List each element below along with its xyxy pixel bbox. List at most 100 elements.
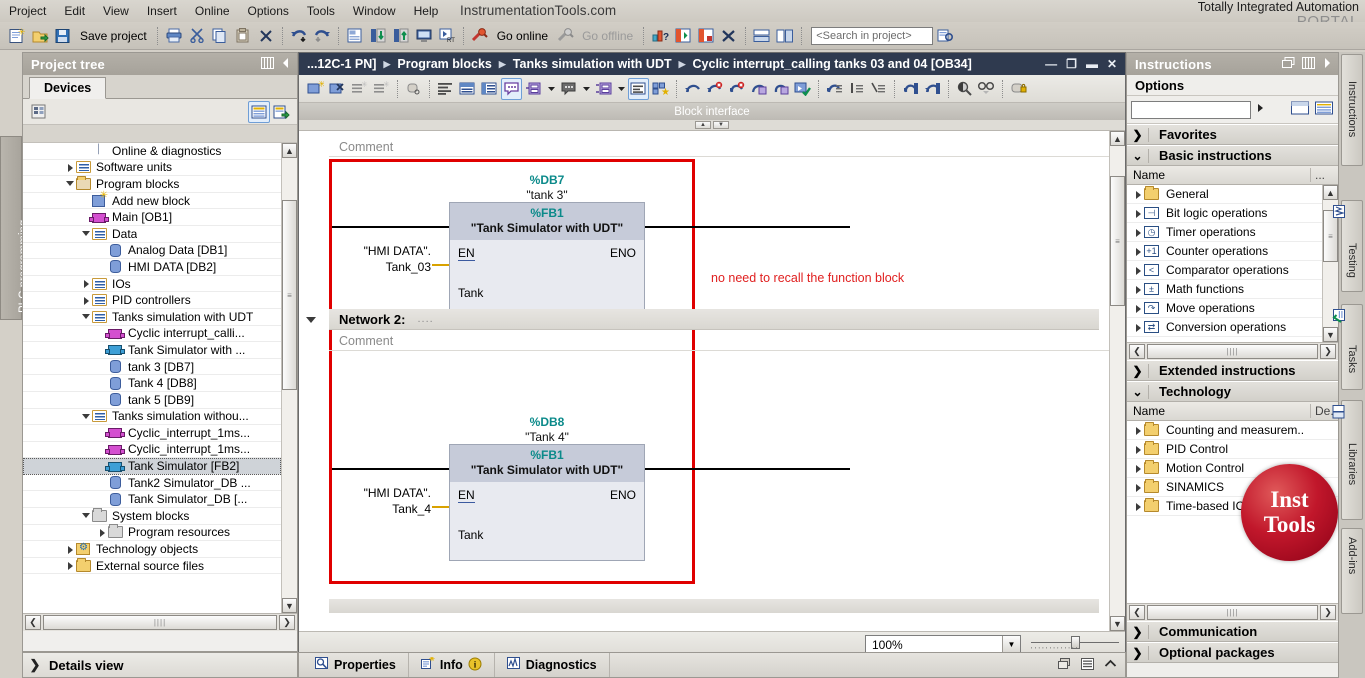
- basic-hscroll-right-button[interactable]: ❯: [1320, 344, 1336, 359]
- vtab-libraries[interactable]: Libraries: [1332, 400, 1363, 520]
- pin-panel-icon[interactable]: [261, 56, 274, 72]
- canvas-scroll-up-button[interactable]: ▲: [1110, 131, 1125, 146]
- tree-scroll-track[interactable]: ≡: [282, 158, 297, 598]
- absolute-symbolic-toggle-icon[interactable]: [403, 78, 424, 100]
- details-view-chevron-icon[interactable]: ❯: [27, 657, 43, 673]
- network-3-header-partial[interactable]: [329, 599, 1099, 613]
- tree-scroll-down-button[interactable]: ▼: [282, 598, 297, 613]
- technology-column-name[interactable]: Name: [1127, 404, 1310, 418]
- menu-item-tools[interactable]: Tools: [298, 2, 344, 20]
- collapse-pane-icon[interactable]: [1104, 658, 1117, 672]
- splitter-down-icon[interactable]: ▼: [713, 121, 729, 129]
- go-offline-label[interactable]: Go offline: [577, 29, 638, 43]
- insert-input-icon[interactable]: [523, 78, 544, 100]
- menu-item-online[interactable]: Online: [186, 2, 239, 20]
- tree-item-tank-3-db7[interactable]: tank 3 [DB7]: [23, 359, 281, 376]
- technology-item-counting-and-measurem[interactable]: Counting and measurem..: [1127, 421, 1338, 440]
- tree-item-tank-4-db8[interactable]: Tank 4 [DB8]: [23, 375, 281, 392]
- tree-item-software-units[interactable]: Software units: [23, 160, 281, 177]
- breadcrumb-item-2[interactable]: Tanks simulation with UDT: [513, 57, 672, 71]
- search-input[interactable]: <Search in project>: [811, 26, 934, 45]
- paste-icon[interactable]: [232, 25, 254, 47]
- instr-expand-arrow-icon[interactable]: [1133, 303, 1144, 314]
- network-1-pin-tank[interactable]: Tank: [458, 286, 483, 300]
- next-bookmark-icon[interactable]: [922, 78, 943, 100]
- instr-expand-arrow-icon[interactable]: [1133, 444, 1144, 455]
- show-absolute-operands-icon[interactable]: [435, 78, 456, 100]
- tree-item-external-source-files[interactable]: External source files: [23, 557, 281, 575]
- bookmark-icon[interactable]: [846, 78, 867, 100]
- network-2-comment[interactable]: Comment: [329, 331, 1109, 351]
- rewire-icon[interactable]: [682, 78, 703, 100]
- instr-expand-arrow-icon[interactable]: [1133, 463, 1144, 474]
- breadcrumb-item-3[interactable]: Cyclic interrupt_calling tanks 03 and 04…: [693, 57, 972, 71]
- tech-hscroll-left-button[interactable]: ❮: [1129, 605, 1145, 620]
- menu-item-project[interactable]: Project: [0, 2, 55, 20]
- list-view-icon[interactable]: [1081, 657, 1094, 673]
- save-project-icon[interactable]: [52, 25, 74, 47]
- goto-next-error-icon[interactable]: [748, 78, 769, 100]
- tab-devices[interactable]: Devices: [29, 77, 107, 99]
- tree-expand-arrow-icon[interactable]: [81, 411, 92, 422]
- go-online-label[interactable]: Go online: [492, 29, 553, 43]
- tree-item-analog-data-db1[interactable]: Analog Data [DB1]: [23, 243, 281, 260]
- tree-item-technology-objects[interactable]: Technology objects: [23, 541, 281, 558]
- basic-scroll-up-button[interactable]: ▲: [1323, 185, 1338, 200]
- basic-instruction-move-operations[interactable]: ↷ Move operations: [1127, 299, 1322, 318]
- basic-column-desc[interactable]: ...: [1310, 168, 1338, 182]
- open-project-icon[interactable]: [29, 25, 51, 47]
- zoom-dropdown-icon[interactable]: ▼: [1002, 636, 1020, 653]
- tree-item-tanks-simulation-with-udt[interactable]: Tanks simulation with UDT: [23, 309, 281, 326]
- ladder-canvas[interactable]: Comment %DB7 "tank 3" %FB1 "Tank Simulat…: [299, 131, 1109, 631]
- tree-detail-view-icon[interactable]: [248, 100, 270, 123]
- canvas-scroll-thumb[interactable]: ≡: [1110, 176, 1125, 306]
- network-1-pin-en[interactable]: EN: [458, 246, 475, 261]
- network-2-header[interactable]: Network 2: ....: [329, 309, 1099, 330]
- project-tree-hscrollbar[interactable]: ❮ |||| ❯: [23, 613, 297, 631]
- network-1-fb-box[interactable]: %FB1 "Tank Simulator with UDT" EN ENO Ta…: [449, 202, 645, 319]
- tree-item-add-new-block[interactable]: Add new block: [23, 190, 281, 210]
- network-2-fb-box[interactable]: %FB1 "Tank Simulator with UDT" EN ENO Ta…: [449, 444, 645, 561]
- instructions-table-view-icon[interactable]: [1314, 100, 1334, 119]
- restore-window-icon[interactable]: ❐: [1066, 58, 1077, 70]
- basic-hscroll-left-button[interactable]: ❮: [1129, 344, 1145, 359]
- search-next-icon[interactable]: [934, 25, 956, 47]
- copy-icon[interactable]: [209, 25, 231, 47]
- tree-expand-arrow-icon[interactable]: [65, 544, 76, 555]
- network-2-collapse-icon[interactable]: [305, 313, 319, 327]
- menu-item-help[interactable]: Help: [405, 2, 448, 20]
- menu-item-insert[interactable]: Insert: [138, 2, 186, 20]
- tree-item-program-resources[interactable]: Program resources: [23, 524, 281, 542]
- cut-icon[interactable]: [186, 25, 208, 47]
- network-1-operand[interactable]: "HMI DATA". Tank_03: [319, 243, 431, 275]
- insert-empty-box-dropdown-icon[interactable]: [580, 78, 592, 100]
- insert-branch-icon[interactable]: [593, 78, 614, 100]
- show-comments-icon[interactable]: [501, 77, 522, 100]
- print-icon[interactable]: [163, 25, 185, 47]
- compile-icon[interactable]: [344, 25, 366, 47]
- network-layout-icon[interactable]: [457, 78, 478, 100]
- tree-goto-icon[interactable]: [270, 101, 292, 123]
- instr-expand-arrow-icon[interactable]: [1133, 189, 1144, 200]
- network-2-operand[interactable]: "HMI DATA". Tank_4: [319, 485, 431, 517]
- tree-item-tank-simulator-with[interactable]: Tank Simulator with ...: [23, 342, 281, 359]
- monitor-glasses-icon[interactable]: [976, 78, 997, 100]
- basic-scroll-down-button[interactable]: ▼: [1323, 327, 1338, 342]
- tree-item-data[interactable]: Data: [23, 226, 281, 243]
- prev-bookmark-icon[interactable]: [900, 78, 921, 100]
- collapse-panel-icon[interactable]: [281, 57, 291, 72]
- menu-item-window[interactable]: Window: [344, 2, 405, 20]
- maximize-window-icon[interactable]: ▬: [1086, 58, 1098, 70]
- technology-chevron-icon[interactable]: ⌄: [1127, 384, 1149, 399]
- undo-icon[interactable]: [288, 25, 310, 47]
- instr-expand-arrow-icon[interactable]: [1133, 227, 1144, 238]
- instr-expand-arrow-icon[interactable]: [1133, 208, 1144, 219]
- instructions-compact-view-icon[interactable]: [1290, 100, 1310, 119]
- goto-prev-error-icon[interactable]: [770, 78, 791, 100]
- section-optional-packages[interactable]: ❯ Optional packages: [1127, 642, 1338, 663]
- insert-branch-dropdown-icon[interactable]: [615, 78, 627, 100]
- close-all-icon[interactable]: [718, 25, 740, 47]
- rewire-error-icon[interactable]: [704, 78, 725, 100]
- tab-info[interactable]: ✳ Info i: [409, 653, 495, 677]
- basic-instruction-bit-logic-operations[interactable]: ⊣ Bit logic operations: [1127, 204, 1322, 223]
